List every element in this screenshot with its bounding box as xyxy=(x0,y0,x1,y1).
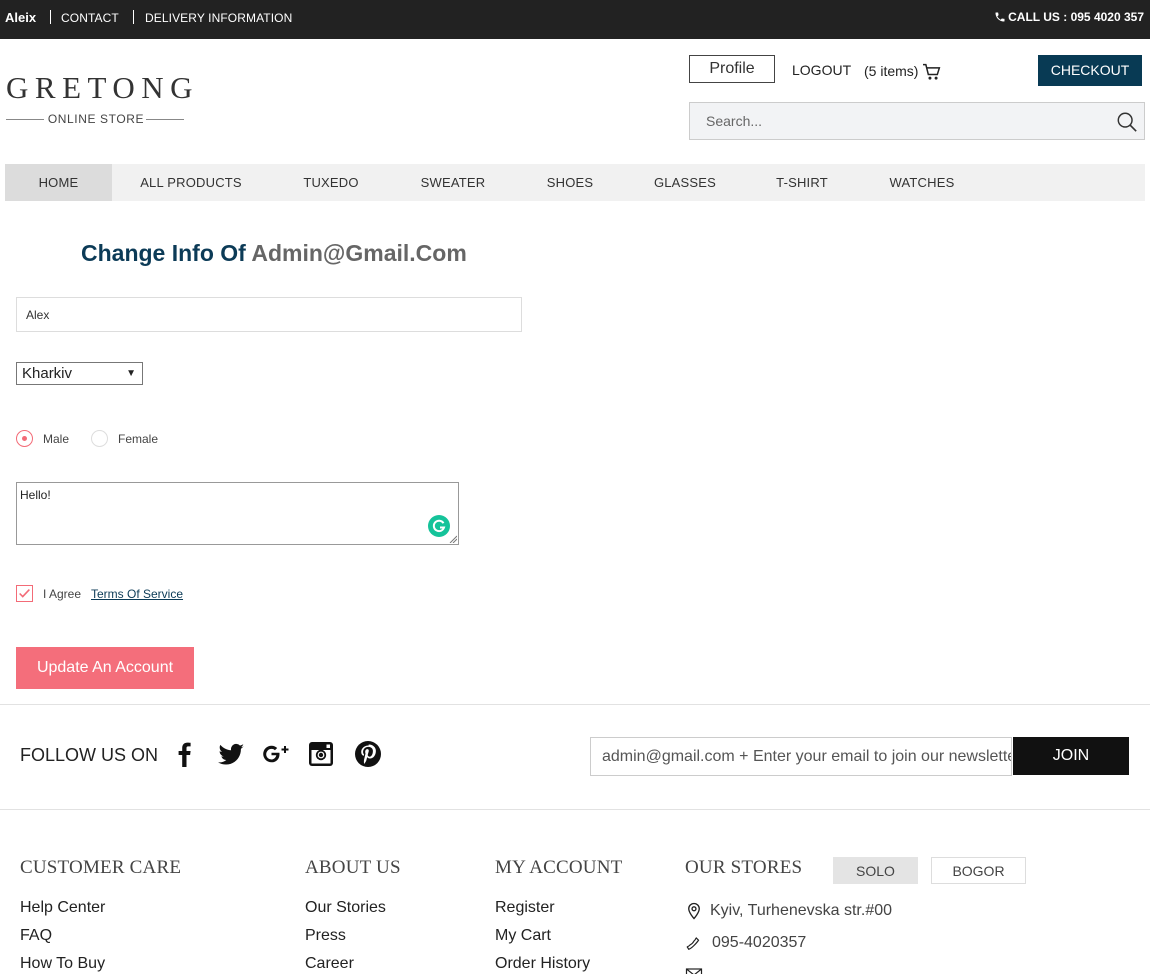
press-link[interactable]: Press xyxy=(305,927,346,945)
agree-label: I Agree xyxy=(43,587,82,601)
nav-item-home[interactable]: HOME xyxy=(5,164,112,201)
mail-icon xyxy=(685,968,703,974)
checkout-button[interactable]: CHECKOUT xyxy=(1038,55,1142,86)
profile-button[interactable]: Profile xyxy=(689,55,775,83)
twitter-icon[interactable] xyxy=(217,740,245,768)
city-select-value: Kharkiv xyxy=(22,365,73,382)
pinterest-icon[interactable] xyxy=(354,740,382,768)
divider xyxy=(0,704,1150,705)
store-phone: 095-4020357 xyxy=(712,934,807,951)
google-plus-icon[interactable] xyxy=(262,740,290,768)
search-icon[interactable] xyxy=(1116,111,1138,133)
career-link[interactable]: Career xyxy=(305,955,354,973)
store-tab-solo[interactable]: SOLO xyxy=(833,857,918,884)
contact-link[interactable]: CONTACT xyxy=(61,11,119,25)
gender-label-female: Female xyxy=(118,432,159,446)
divider xyxy=(0,809,1150,810)
gender-radio-female[interactable] xyxy=(91,430,108,447)
name-field[interactable] xyxy=(16,297,522,332)
city-select[interactable]: Kharkiv ▼ xyxy=(16,362,143,385)
store-address: Kyiv, Turhenevska str.#00 xyxy=(710,902,893,919)
main-nav: HOME ALL PRODUCTS TUXEDO SWEATER SHOES G… xyxy=(5,164,1145,201)
page-title: Change Info Of Admin@Gmail.Com xyxy=(81,240,467,267)
facebook-icon[interactable] xyxy=(171,740,199,768)
logo-rule xyxy=(146,119,184,120)
join-button[interactable]: JOIN xyxy=(1013,737,1129,775)
checkmark-icon xyxy=(19,588,30,598)
my-cart-link[interactable]: My Cart xyxy=(495,927,551,945)
how-to-buy-link[interactable]: How To Buy xyxy=(20,955,105,973)
customer-care-heading: CUSTOMER CARE xyxy=(20,857,182,878)
instagram-icon[interactable] xyxy=(307,740,335,768)
message-textarea[interactable]: Hello! xyxy=(16,482,459,545)
gender-label-male: Male xyxy=(43,432,70,446)
grammarly-glyph xyxy=(432,519,446,533)
nav-item-t-shirt[interactable]: T-SHIRT xyxy=(765,164,839,201)
title-email: Admin@Gmail.Com xyxy=(251,240,467,266)
phone-icon xyxy=(995,12,1005,22)
my-account-heading: MY ACCOUNT xyxy=(495,857,623,878)
divider xyxy=(133,10,134,24)
divider xyxy=(50,10,51,24)
location-pin-icon xyxy=(688,902,700,920)
update-account-button[interactable]: Update An Account xyxy=(16,647,194,689)
logout-link[interactable]: LOGOUT xyxy=(792,62,851,78)
grammarly-icon[interactable] xyxy=(428,515,450,537)
nav-item-tuxedo[interactable]: TUXEDO xyxy=(290,164,372,201)
nav-item-sweater[interactable]: SWEATER xyxy=(410,164,496,201)
agree-checkbox[interactable] xyxy=(16,585,33,602)
nav-item-watches[interactable]: WATCHES xyxy=(879,164,965,201)
top-bar: Aleix CONTACT DELIVERY INFORMATION CALL … xyxy=(0,0,1150,39)
logo-name: GRETONG xyxy=(6,70,200,105)
delivery-information-link[interactable]: DELIVERY INFORMATION xyxy=(145,11,292,25)
cart-icon[interactable] xyxy=(922,63,942,81)
follow-us-label: FOLLOW US ON xyxy=(20,745,159,765)
call-us-text: CALL US : 095 4020 357 xyxy=(1008,10,1144,24)
store-logo[interactable]: GRETONG ONLINE STORE xyxy=(6,70,200,126)
about-us-heading: ABOUT US xyxy=(305,857,401,878)
nav-item-shoes[interactable]: SHOES xyxy=(536,164,604,201)
register-link[interactable]: Register xyxy=(495,899,555,917)
newsletter-email-field[interactable]: admin@gmail.com + Enter your email to jo… xyxy=(590,737,1012,776)
our-stores-heading: OUR STORES xyxy=(685,857,803,878)
resize-handle-icon[interactable] xyxy=(449,535,457,543)
cart-items-count[interactable]: (5 items) xyxy=(864,63,918,79)
phone-icon xyxy=(686,937,700,950)
brand-name[interactable]: Aleix xyxy=(5,10,36,25)
nav-item-glasses[interactable]: GLASSES xyxy=(644,164,726,201)
help-center-link[interactable]: Help Center xyxy=(20,899,105,917)
chevron-down-icon: ▼ xyxy=(126,368,136,379)
gender-radio-male[interactable] xyxy=(16,430,33,447)
our-stories-link[interactable]: Our Stories xyxy=(305,899,386,917)
order-history-link[interactable]: Order History xyxy=(495,955,590,973)
title-prefix: Change Info Of xyxy=(81,240,246,266)
terms-of-service-link[interactable]: Terms Of Service xyxy=(91,587,183,601)
nav-item-all-products[interactable]: ALL PRODUCTS xyxy=(130,164,252,201)
search-bar xyxy=(689,102,1145,140)
search-input[interactable] xyxy=(690,103,1110,139)
faq-link[interactable]: FAQ xyxy=(20,927,52,945)
store-tab-bogor[interactable]: BOGOR xyxy=(931,857,1026,884)
